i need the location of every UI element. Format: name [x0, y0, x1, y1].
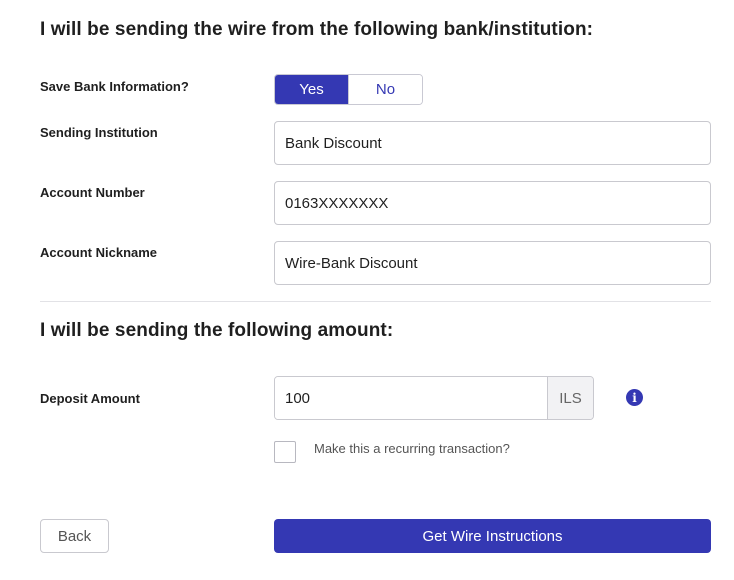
recurring-checkbox[interactable]: [274, 441, 296, 463]
deposit-amount-input[interactable]: [275, 377, 547, 419]
account-number-input[interactable]: [274, 181, 711, 225]
back-button[interactable]: Back: [40, 519, 109, 553]
sending-institution-input[interactable]: [274, 121, 711, 165]
deposit-amount-group: ILS: [274, 376, 594, 420]
account-number-label: Account Number: [40, 185, 145, 200]
save-bank-label: Save Bank Information?: [40, 79, 189, 94]
info-circle-icon[interactable]: i: [626, 389, 643, 406]
save-bank-no-button[interactable]: No: [348, 75, 422, 104]
amount-section-title: I will be sending the following amount:: [40, 320, 394, 341]
section-divider: [40, 301, 711, 302]
bank-section-title: I will be sending the wire from the foll…: [40, 19, 594, 40]
currency-addon: ILS: [547, 377, 593, 419]
account-nickname-input[interactable]: [274, 241, 711, 285]
save-bank-toggle: Yes No: [274, 74, 423, 105]
sending-institution-label: Sending Institution: [40, 125, 158, 140]
deposit-amount-label: Deposit Amount: [40, 391, 140, 406]
get-wire-instructions-button[interactable]: Get Wire Instructions: [274, 519, 711, 553]
account-nickname-label: Account Nickname: [40, 245, 158, 260]
recurring-checkbox-label: Make this a recurring transaction?: [314, 441, 510, 456]
save-bank-yes-button[interactable]: Yes: [275, 75, 348, 104]
